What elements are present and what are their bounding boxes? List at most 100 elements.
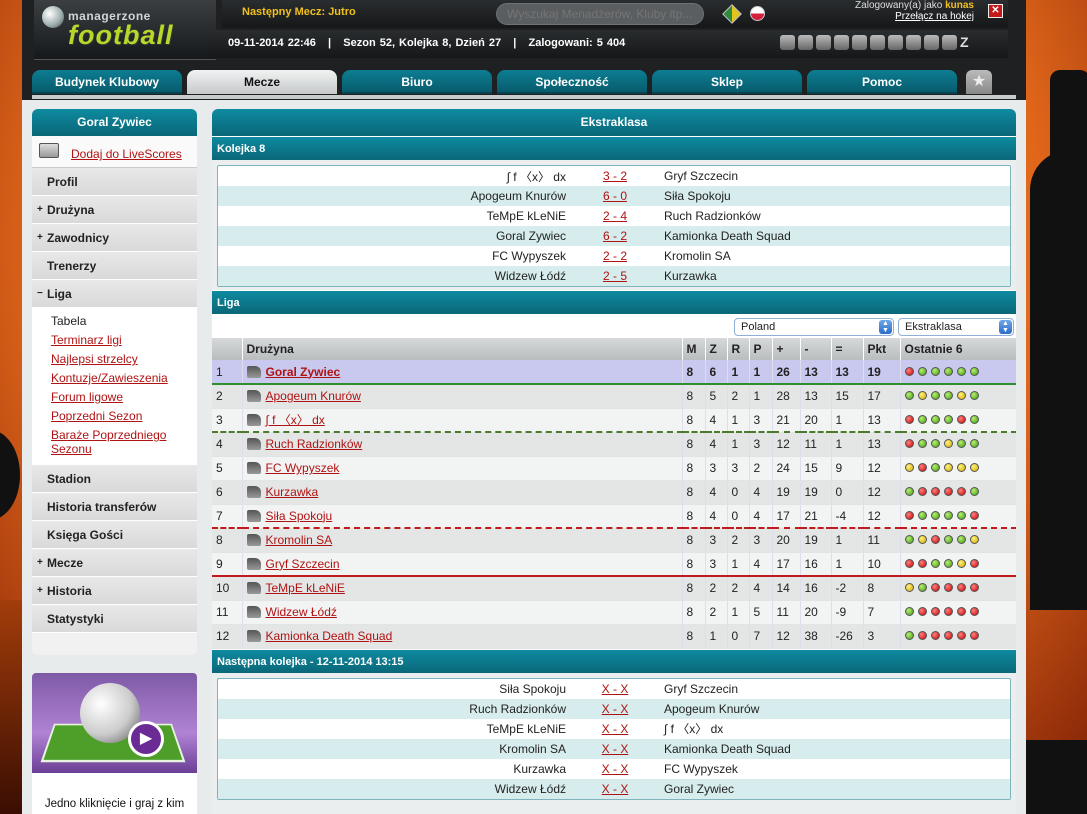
form-dot-loss[interactable] [956, 631, 966, 640]
form-dot-loss[interactable] [904, 414, 914, 424]
tab-biuro[interactable]: Biuro [342, 70, 492, 94]
form-dot-win[interactable] [904, 391, 914, 401]
sidebar-item-drużyna[interactable]: + Drużyna [32, 196, 197, 224]
form-dot-win[interactable] [917, 583, 927, 593]
stamp-icon[interactable] [870, 35, 885, 50]
form-dot-win[interactable] [943, 558, 953, 568]
play-icon[interactable]: ▶ [128, 721, 164, 757]
add-livescores-link[interactable]: Dodaj do LiveScores [71, 147, 182, 161]
submenu-link[interactable]: Kontuzje/Zawieszenia [51, 371, 168, 385]
team-link[interactable]: Ruch Radzionków [266, 437, 363, 451]
manager-icon[interactable] [246, 365, 261, 378]
trophy-icon[interactable] [942, 35, 957, 50]
tab-sklep[interactable]: Sklep [652, 70, 802, 94]
manager-icon[interactable] [246, 390, 261, 403]
sidebar-item-profil[interactable]: Profil [32, 168, 197, 196]
promo-banner[interactable]: ▶ Jedno kliknięcie i graj z kim [32, 673, 197, 814]
gear-icon[interactable] [888, 35, 903, 50]
score-link[interactable]: 3 - 2 [566, 169, 664, 183]
manager-icon[interactable] [246, 438, 261, 451]
switch-sport-link[interactable]: Przełącz na hokej [895, 11, 974, 22]
form-dot-loss[interactable] [943, 607, 953, 616]
manager-icon[interactable] [246, 557, 261, 570]
form-dot-loss[interactable] [943, 631, 953, 640]
form-dot-win[interactable] [969, 414, 979, 424]
score-link[interactable]: 2 - 4 [566, 209, 664, 223]
submenu-link[interactable]: Najlepsi strzelcy [51, 352, 138, 366]
form-dot-draw[interactable] [956, 391, 966, 401]
sidebar-item-trenerzy[interactable]: Trenerzy [32, 252, 197, 280]
manager-icon[interactable] [246, 462, 261, 474]
score-link[interactable]: X - X [566, 782, 664, 796]
form-dot-loss[interactable] [969, 631, 979, 640]
form-dot-loss[interactable] [904, 558, 914, 568]
form-dot-loss[interactable] [969, 583, 979, 593]
manager-icon[interactable] [246, 606, 261, 618]
team-link[interactable]: Kromolin SA [266, 533, 333, 547]
team-link[interactable]: Apogeum Knurów [266, 389, 361, 403]
form-dot-loss[interactable] [943, 487, 953, 496]
team-link[interactable]: ∫ f 〈x〉 dx [266, 413, 325, 427]
team-link[interactable]: Siła Spokoju [266, 509, 333, 523]
form-dot-loss[interactable] [969, 510, 979, 520]
form-dot-win[interactable] [969, 366, 979, 376]
form-dot-win[interactable] [930, 439, 940, 449]
sidebar-item-zawodnicy[interactable]: + Zawodnicy [32, 224, 197, 252]
tab-mecze[interactable]: Mecze [187, 70, 337, 94]
form-dot-win[interactable] [930, 463, 940, 472]
form-dot-win[interactable] [917, 366, 927, 376]
form-dot-draw[interactable] [969, 535, 979, 545]
submenu-link[interactable]: Baraże Poprzedniego Sezonu [51, 428, 166, 456]
form-dot-win[interactable] [943, 510, 953, 520]
form-dot-loss[interactable] [904, 439, 914, 449]
manager-icon[interactable] [246, 486, 261, 498]
form-dot-loss[interactable] [956, 583, 966, 593]
form-dot-loss[interactable] [904, 366, 914, 376]
form-dot-loss[interactable] [969, 558, 979, 568]
form-dot-draw[interactable] [943, 439, 953, 449]
printer-icon[interactable] [834, 35, 849, 50]
search-input[interactable] [496, 3, 704, 25]
manager-icon[interactable] [246, 582, 261, 595]
mail-icon[interactable] [780, 35, 795, 50]
form-dot-draw[interactable] [969, 463, 979, 472]
sidebar-item-liga[interactable]: − Liga [32, 280, 197, 308]
logo[interactable]: managerzone football [34, 0, 216, 60]
manager-icon[interactable] [246, 509, 261, 522]
form-dot-loss[interactable] [917, 631, 927, 640]
form-dot-loss[interactable] [930, 535, 940, 545]
team-link[interactable]: Kamionka Death Squad [266, 629, 393, 643]
form-dot-loss[interactable] [904, 510, 914, 520]
form-dot-loss[interactable] [930, 487, 940, 496]
sidebar-item-statystyki[interactable]: Statystyki [32, 605, 197, 633]
score-link[interactable]: X - X [566, 762, 664, 776]
form-dot-loss[interactable] [917, 558, 927, 568]
form-dot-win[interactable] [969, 487, 979, 496]
form-dot-win[interactable] [943, 366, 953, 376]
form-dot-draw[interactable] [904, 583, 914, 593]
submenu-link[interactable]: Terminarz ligi [51, 333, 122, 347]
form-dot-draw[interactable] [956, 463, 966, 472]
form-dot-loss[interactable] [930, 631, 940, 640]
form-dot-win[interactable] [943, 535, 953, 545]
poland-flag-icon[interactable] [750, 6, 765, 21]
score-link[interactable]: 6 - 2 [566, 229, 664, 243]
team-link[interactable]: Goral Zywiec [266, 365, 341, 379]
form-dot-loss[interactable] [956, 414, 966, 424]
form-dot-loss[interactable] [930, 583, 940, 593]
league-select[interactable]: Ekstraklasa ▲ ▼ [898, 318, 1014, 336]
next-match-info[interactable]: Następny Mecz: Jutro [242, 6, 356, 18]
sidebar-item-historia-transferów[interactable]: Historia transferów [32, 493, 197, 521]
team-link[interactable]: FC Wypyszek [266, 461, 340, 475]
close-icon[interactable]: ✕ [988, 4, 1003, 18]
ball-tool-icon[interactable] [816, 35, 831, 50]
form-dot-draw[interactable] [943, 463, 953, 472]
form-dot-loss[interactable] [917, 607, 927, 616]
username[interactable]: kunas [945, 0, 974, 11]
sidebar-item-historia[interactable]: + Historia [32, 577, 197, 605]
form-dot-win[interactable] [904, 607, 914, 616]
form-dot-win[interactable] [969, 439, 979, 449]
tactics-icon[interactable] [798, 35, 813, 50]
team-link[interactable]: Kurzawka [266, 485, 319, 499]
score-link[interactable]: X - X [566, 682, 664, 696]
